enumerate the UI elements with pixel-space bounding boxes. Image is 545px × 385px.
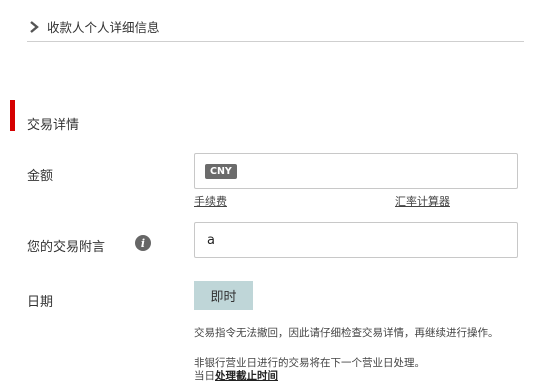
chevron-right-icon	[30, 20, 39, 33]
currency-badge: CNY	[205, 164, 237, 179]
section-title: 交易详情	[27, 118, 80, 133]
date-label: 日期	[27, 295, 54, 310]
payee-details-label: 收款人个人详细信息	[47, 20, 160, 35]
section-accent-bar	[10, 100, 15, 131]
amount-label: 金额	[27, 169, 54, 184]
cutoff-note: 当日处理截止时间	[194, 368, 278, 383]
irrevocable-note: 交易指令无法撤回，因此请仔细检查交易详情，再继续进行操作。	[194, 327, 499, 339]
info-icon[interactable]: i	[135, 235, 151, 251]
fees-link[interactable]: 手续费	[194, 193, 227, 209]
message-input[interactable]: a	[194, 222, 518, 258]
cutoff-prefix: 当日	[194, 370, 215, 382]
message-value: a	[207, 232, 215, 248]
exchange-calculator-link[interactable]: 汇率计算器	[395, 193, 450, 209]
immediate-date-button[interactable]: 即时	[194, 281, 253, 310]
cutoff-time-link[interactable]: 处理截止时间	[215, 370, 278, 382]
message-label: 您的交易附言	[27, 240, 106, 255]
payee-details-toggle[interactable]: 收款人个人详细信息	[27, 12, 524, 42]
amount-input[interactable]: CNY	[194, 153, 518, 189]
